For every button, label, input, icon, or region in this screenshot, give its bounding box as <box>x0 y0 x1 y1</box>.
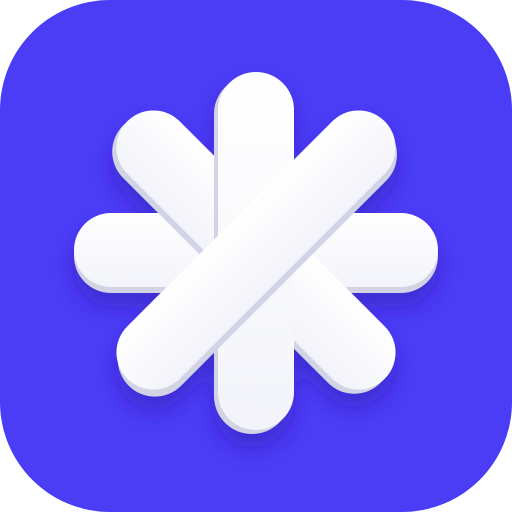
asterisk-icon <box>74 72 438 434</box>
app-icon <box>0 0 512 512</box>
app-icon-graphic <box>0 0 512 512</box>
